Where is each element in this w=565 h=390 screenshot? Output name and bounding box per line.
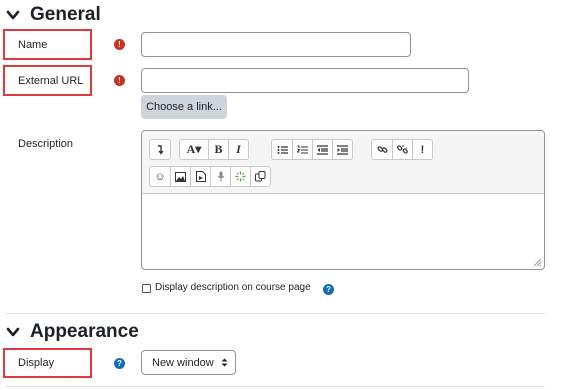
- choose-link-label: Choose a link...: [146, 101, 222, 113]
- display-description-checkbox[interactable]: [142, 284, 151, 293]
- link-button[interactable]: [372, 140, 392, 159]
- accessibility-checker-button[interactable]: !: [412, 140, 432, 159]
- display-select-value: New window: [152, 356, 214, 369]
- display-description-label: Display description on course page: [155, 282, 311, 293]
- name-label: Name: [3, 29, 92, 60]
- resize-grip-icon[interactable]: [532, 257, 542, 267]
- general-heading: General: [30, 4, 101, 25]
- toolbar-group-format: A▾ B I: [179, 139, 249, 160]
- indent-icon: [337, 144, 348, 155]
- media-icon: [195, 171, 206, 182]
- choose-link-button[interactable]: Choose a link...: [141, 95, 227, 119]
- name-label-text: Name: [18, 38, 48, 51]
- help-icon[interactable]: ?: [323, 284, 334, 295]
- italic-button[interactable]: I: [228, 140, 248, 159]
- emoji-icon: ☺: [154, 170, 166, 183]
- bold-button[interactable]: B: [208, 140, 228, 159]
- paragraph-styles-icon: A▾: [186, 142, 202, 156]
- chevron-down-icon: [6, 10, 20, 20]
- emoji-button[interactable]: ☺: [150, 167, 170, 186]
- unordered-list-button[interactable]: [272, 140, 292, 159]
- outdent-button[interactable]: [312, 140, 332, 159]
- display-select[interactable]: New window: [141, 350, 236, 375]
- external-url-input[interactable]: [141, 68, 469, 93]
- help-icon[interactable]: ?: [114, 358, 125, 369]
- show-more-icon: [158, 144, 164, 155]
- toolbar-group-insert: ☺: [149, 166, 271, 187]
- section-divider: [6, 313, 545, 314]
- ordered-list-icon: [297, 145, 308, 153]
- ordered-list-button[interactable]: [292, 140, 312, 159]
- record-audio-button[interactable]: [210, 167, 230, 186]
- media-button[interactable]: [190, 167, 210, 186]
- copy-button[interactable]: [250, 167, 270, 186]
- toolbar-group-lists: [271, 139, 353, 160]
- image-button[interactable]: [170, 167, 190, 186]
- appearance-heading: Appearance: [30, 321, 139, 342]
- warning-icon: !: [420, 143, 425, 156]
- external-url-label-text: External URL: [18, 74, 84, 87]
- description-textarea[interactable]: [142, 194, 544, 269]
- external-url-label: External URL: [3, 65, 92, 96]
- italic-icon: I: [236, 142, 241, 156]
- show-more-button[interactable]: [150, 140, 170, 159]
- description-label: Description: [18, 138, 74, 150]
- unlink-button[interactable]: [392, 140, 412, 159]
- paragraph-styles-button[interactable]: A▾: [180, 140, 208, 159]
- required-icon: !: [114, 39, 125, 50]
- display-label-text: Display: [18, 357, 55, 369]
- chevron-down-icon: [6, 327, 20, 337]
- general-section-header[interactable]: General: [6, 4, 101, 26]
- appearance-section-header[interactable]: Appearance: [6, 321, 139, 343]
- h5p-icon: [235, 171, 246, 182]
- indent-button[interactable]: [332, 140, 352, 159]
- record-audio-icon: [217, 171, 224, 182]
- toolbar-group-more: [149, 139, 171, 160]
- link-icon: [376, 146, 388, 153]
- copy-icon: [255, 171, 266, 182]
- unlink-icon: [397, 145, 408, 154]
- h5p-button[interactable]: [230, 167, 250, 186]
- select-caret-icon: [221, 358, 228, 367]
- required-icon: !: [114, 75, 125, 86]
- outdent-icon: [317, 144, 328, 155]
- display-label: Display: [3, 348, 92, 378]
- unordered-list-icon: [277, 145, 288, 154]
- description-editor[interactable]: A▾ B I ! ☺: [141, 130, 545, 270]
- toolbar-group-links: !: [371, 139, 433, 160]
- name-input[interactable]: [141, 32, 411, 57]
- bold-icon: B: [214, 142, 223, 156]
- section-divider: [6, 386, 545, 387]
- image-icon: [175, 171, 186, 182]
